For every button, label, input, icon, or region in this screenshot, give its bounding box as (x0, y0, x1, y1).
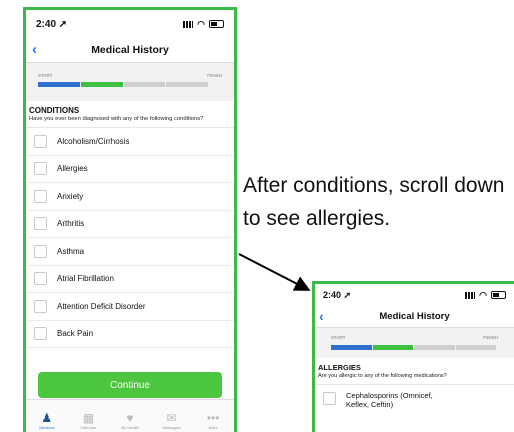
checkbox[interactable] (34, 299, 47, 313)
heart-icon: ♥ (126, 411, 134, 425)
condition-item[interactable]: Alcoholism/Cirrhosis (26, 128, 234, 156)
tab-services[interactable]: ♟ Services (29, 411, 65, 431)
more-icon: ••• (206, 411, 220, 425)
condition-item[interactable]: Arthritis (26, 210, 234, 238)
section-prompt: Have you ever been diagnosed with any of… (29, 116, 204, 122)
progress-start-label: START (38, 73, 53, 78)
section-title: CONDITIONS (29, 106, 80, 115)
tab-calendar[interactable]: ▦ Calendar (70, 411, 106, 431)
tab-label: Calendar (80, 425, 97, 430)
checkbox[interactable] (34, 134, 47, 148)
status-bar: 2:40 ➚ ◠ (315, 284, 514, 306)
progress-segment-4 (455, 345, 496, 350)
tab-more[interactable]: ••• More (195, 411, 231, 431)
condition-label: Anxiety (57, 191, 84, 201)
progress-segment-1 (38, 82, 80, 87)
progress-segment-3 (414, 345, 455, 350)
condition-item[interactable]: Anxiety (26, 183, 234, 211)
tab-my-health[interactable]: ♥ My Health (112, 411, 148, 431)
checkbox[interactable] (34, 162, 47, 176)
tab-bar: ♟ Services ▦ Calendar ♥ My Health ✉ Mess… (26, 399, 234, 432)
tab-label: Messages (162, 425, 181, 430)
condition-label: Atrial Fibrillation (57, 274, 114, 284)
condition-label: Alcoholism/Cirrhosis (57, 136, 130, 146)
page-title: Medical History (379, 311, 450, 322)
checkbox[interactable] (34, 244, 47, 258)
progress-segment-4 (166, 82, 208, 87)
condition-label: Back Pain (57, 329, 94, 339)
checkbox[interactable] (34, 217, 47, 231)
signal-icon (465, 291, 476, 299)
progress-section: START FINISH (315, 328, 514, 358)
phone-screenshot-conditions: 2:40 ➚ ◠ ‹ Medical History START FINISH … (23, 7, 237, 432)
wifi-icon: ◠ (197, 18, 205, 29)
back-chevron-icon[interactable]: ‹ (32, 41, 37, 58)
progress-bar (331, 345, 496, 350)
condition-label: Arthritis (57, 219, 85, 229)
status-time: 2:40 ➚ (36, 18, 68, 30)
condition-item[interactable]: Atrial Fibrillation (26, 265, 234, 293)
conditions-list: Alcoholism/Cirrhosis Allergies Anxiety A… (26, 128, 234, 348)
phone-screenshot-allergies: 2:40 ➚ ◠ ‹ Medical History START FINISH … (312, 281, 514, 432)
checkbox[interactable] (34, 327, 47, 341)
progress-section: START FINISH (26, 63, 234, 101)
tab-label: My Health (120, 425, 139, 430)
allergy-item[interactable]: Cephalosporins (Omnicef, Keflex, Ceftin) (315, 385, 514, 415)
battery-icon (209, 20, 224, 28)
progress-segment-1 (331, 345, 372, 350)
allergy-label: Cephalosporins (Omnicef, Keflex, Ceftin) (346, 391, 433, 409)
arrow-icon (238, 253, 311, 291)
tab-label: Services (39, 425, 55, 430)
tab-label: More (208, 425, 218, 430)
section-prompt: Are you allergic to any of the following… (318, 373, 447, 379)
status-icons: ◠ (183, 19, 224, 30)
envelope-icon: ✉ (166, 411, 177, 425)
navigation-bar: ‹ Medical History (26, 38, 234, 63)
condition-label: Allergies (57, 164, 88, 174)
progress-segment-2 (80, 82, 123, 87)
progress-finish-label: FINISH (483, 335, 498, 340)
progress-start-label: START (331, 335, 346, 340)
navigation-bar: ‹ Medical History (315, 306, 514, 328)
progress-finish-label: FINISH (207, 73, 222, 78)
condition-label: Asthma (57, 246, 85, 256)
status-bar: 2:40 ➚ ◠ (26, 10, 234, 38)
page-title: Medical History (91, 44, 169, 56)
person-icon: ♟ (41, 411, 53, 425)
progress-segment-2 (372, 345, 413, 350)
condition-item[interactable]: Back Pain (26, 320, 234, 348)
tab-messages[interactable]: ✉ Messages (154, 411, 190, 431)
battery-icon (491, 291, 506, 299)
progress-segment-3 (123, 82, 166, 87)
wifi-icon: ◠ (479, 289, 487, 300)
conditions-header: CONDITIONS Have you ever been diagnosed … (26, 101, 234, 128)
continue-button[interactable]: Continue (38, 372, 222, 398)
instruction-caption: After conditions, scroll down to see all… (243, 174, 505, 230)
condition-item[interactable]: Asthma (26, 238, 234, 266)
checkbox[interactable] (34, 189, 47, 203)
condition-label: Attention Deficit Disorder (57, 301, 146, 311)
progress-bar (38, 82, 208, 87)
calendar-icon: ▦ (82, 411, 95, 425)
condition-item[interactable]: Attention Deficit Disorder (26, 293, 234, 321)
signal-icon (183, 20, 194, 28)
back-chevron-icon[interactable]: ‹ (319, 308, 324, 324)
section-title: ALLERGIES (318, 363, 361, 372)
checkbox[interactable] (34, 272, 47, 286)
status-time: 2:40 ➚ (323, 289, 352, 300)
allergies-header: ALLERGIES Are you allergic to any of the… (315, 358, 514, 385)
checkbox[interactable] (323, 392, 336, 405)
status-icons: ◠ (465, 290, 506, 301)
condition-item[interactable]: Allergies (26, 155, 234, 183)
